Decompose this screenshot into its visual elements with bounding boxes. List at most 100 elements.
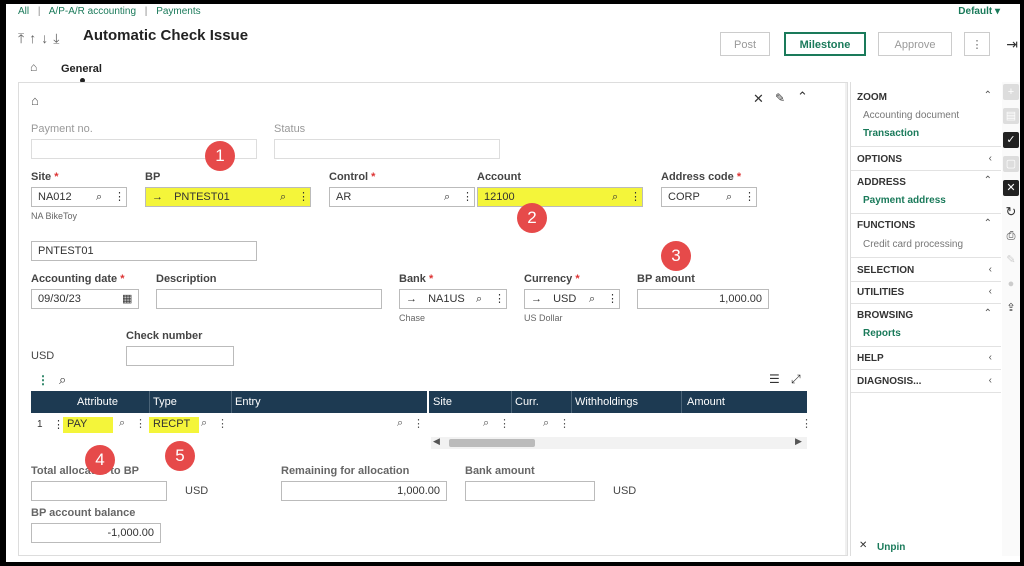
column-attribute[interactable]: Attribute: [77, 396, 118, 408]
field-menu-icon[interactable]: ⋮: [135, 417, 146, 430]
field-menu-icon[interactable]: ⋮: [494, 290, 505, 308]
tools-icon[interactable]: ✕: [753, 91, 764, 107]
bp-name-field[interactable]: PNTEST01: [31, 241, 257, 261]
column-withholdings[interactable]: Withholdings: [575, 396, 638, 408]
tab-general[interactable]: General: [61, 63, 102, 75]
check-number-field[interactable]: [126, 346, 234, 366]
more-actions-button[interactable]: ⋮: [964, 32, 990, 56]
section-zoom[interactable]: ZOOM: [857, 92, 887, 103]
currency-field[interactable]: → USD ⌕ ⋮: [524, 289, 620, 309]
column-entry[interactable]: Entry: [235, 396, 261, 408]
field-menu-icon[interactable]: ⋮: [499, 417, 510, 430]
chevron-up-icon[interactable]: ⌃: [984, 308, 992, 319]
section-diagnosis[interactable]: DIAGNOSIS...: [857, 376, 921, 387]
unpin-label[interactable]: Unpin: [877, 542, 905, 553]
search-icon[interactable]: ⌕: [612, 188, 618, 206]
search-icon[interactable]: ⌕: [726, 188, 732, 206]
zoom-transaction[interactable]: Transaction: [863, 128, 919, 139]
status-field[interactable]: [274, 139, 500, 159]
chevron-up-icon[interactable]: ⌃: [984, 90, 992, 101]
bp-balance-field[interactable]: -1,000.00: [31, 523, 161, 543]
account-field[interactable]: 12100 ⌕ ⋮: [477, 187, 643, 207]
expand-icon[interactable]: ⤢: [791, 372, 801, 387]
approve-button[interactable]: Approve: [878, 32, 952, 56]
control-field[interactable]: AR ⌕ ⋮: [329, 187, 475, 207]
functions-credit-card-processing[interactable]: Credit card processing: [863, 239, 963, 250]
section-help[interactable]: HELP: [857, 353, 884, 364]
field-menu-icon[interactable]: ⋮: [114, 188, 125, 206]
type-cell[interactable]: RECPT: [149, 417, 199, 433]
column-type[interactable]: Type: [153, 396, 177, 408]
print-icon[interactable]: ⎙: [1003, 228, 1019, 244]
field-menu-icon[interactable]: ⋮: [462, 188, 473, 206]
address-payment-address[interactable]: Payment address: [863, 195, 946, 206]
bank-amount-field[interactable]: [465, 481, 595, 501]
default-menu[interactable]: Default ▾: [958, 6, 1000, 17]
search-icon[interactable]: ⌕: [589, 290, 595, 308]
section-selection[interactable]: SELECTION: [857, 265, 914, 276]
bp-field[interactable]: → PNTEST01 ⌕ ⋮: [145, 187, 311, 207]
accounting-date-field[interactable]: 09/30/23 ▦: [31, 289, 139, 309]
search-icon[interactable]: ⌕: [444, 188, 450, 206]
field-menu-icon[interactable]: ⋮: [298, 188, 309, 206]
close-icon[interactable]: ✕: [1003, 180, 1019, 196]
bank-field[interactable]: → NA1US ⌕ ⋮: [399, 289, 507, 309]
post-button[interactable]: Post: [720, 32, 770, 56]
comment-icon[interactable]: ●: [1003, 276, 1019, 292]
previous-record-icon[interactable]: ↑: [29, 30, 41, 46]
layers-icon[interactable]: ☰: [769, 372, 780, 386]
description-field[interactable]: [156, 289, 382, 309]
section-browsing[interactable]: BROWSING: [857, 310, 913, 321]
search-icon[interactable]: ⌕: [397, 417, 403, 430]
site-field[interactable]: NA012 ⌕ ⋮: [31, 187, 127, 207]
search-icon[interactable]: ⌕: [119, 417, 125, 430]
home-icon[interactable]: ⌂: [30, 60, 37, 74]
export-icon[interactable]: ⇪: [1003, 300, 1019, 316]
search-icon[interactable]: ⌕: [280, 188, 286, 206]
search-icon[interactable]: ⌕: [483, 417, 489, 430]
collapse-icon[interactable]: ⌃: [797, 89, 808, 105]
add-icon[interactable]: +: [1003, 84, 1019, 100]
field-menu-icon[interactable]: ⋮: [630, 188, 641, 206]
milestone-button[interactable]: Milestone: [784, 32, 866, 56]
refresh-icon[interactable]: ↻: [1003, 204, 1019, 220]
scroll-thumb[interactable]: [449, 439, 535, 447]
attribute-cell[interactable]: PAY: [63, 417, 113, 433]
grid-horizontal-scrollbar[interactable]: ◀ ▶: [431, 436, 807, 449]
grid-menu-icon[interactable]: ⋮: [37, 373, 49, 387]
chevron-up-icon[interactable]: ⌃: [984, 218, 992, 229]
breadcrumb-all[interactable]: All: [18, 6, 29, 17]
field-menu-icon[interactable]: ⋮: [607, 290, 618, 308]
save-icon[interactable]: ▤: [1003, 108, 1019, 124]
chevron-left-icon[interactable]: ‹: [989, 352, 992, 363]
next-record-icon[interactable]: ↓: [41, 30, 53, 46]
last-record-icon[interactable]: ⤓: [53, 30, 64, 46]
column-site[interactable]: Site: [433, 396, 452, 408]
chevron-left-icon[interactable]: ‹: [989, 286, 992, 297]
search-icon[interactable]: ⌕: [96, 188, 102, 206]
unpin-icon[interactable]: ✕: [859, 540, 867, 551]
calendar-icon[interactable]: ▦: [122, 290, 132, 308]
field-menu-icon[interactable]: ⋮: [801, 417, 812, 430]
scroll-thumb[interactable]: [847, 138, 848, 543]
content-scrollbar[interactable]: ▲ ▼: [845, 83, 848, 555]
field-menu-icon[interactable]: ⋮: [744, 188, 755, 206]
scroll-right-icon[interactable]: ▶: [795, 436, 802, 447]
chevron-left-icon[interactable]: ‹: [989, 375, 992, 386]
bp-amount-field[interactable]: 1,000.00: [637, 289, 769, 309]
field-menu-icon[interactable]: ⋮: [559, 417, 570, 430]
section-address[interactable]: ADDRESS: [857, 177, 906, 188]
chevron-left-icon[interactable]: ‹: [989, 264, 992, 275]
column-curr[interactable]: Curr.: [515, 396, 539, 408]
home-section-icon[interactable]: ⌂: [31, 93, 39, 108]
remaining-field[interactable]: 1,000.00: [281, 481, 447, 501]
section-functions[interactable]: FUNCTIONS: [857, 220, 915, 231]
search-icon[interactable]: ⌕: [476, 290, 482, 308]
address-code-field[interactable]: CORP ⌕ ⋮: [661, 187, 757, 207]
zoom-accounting-document[interactable]: Accounting document: [863, 110, 959, 121]
breadcrumb-ap-ar[interactable]: A/P-A/R accounting: [49, 6, 136, 17]
column-amount[interactable]: Amount: [687, 396, 725, 408]
copy-icon[interactable]: ▢: [1003, 156, 1019, 172]
breadcrumb-payments[interactable]: Payments: [156, 6, 200, 17]
check-icon[interactable]: ✓: [1003, 132, 1019, 148]
